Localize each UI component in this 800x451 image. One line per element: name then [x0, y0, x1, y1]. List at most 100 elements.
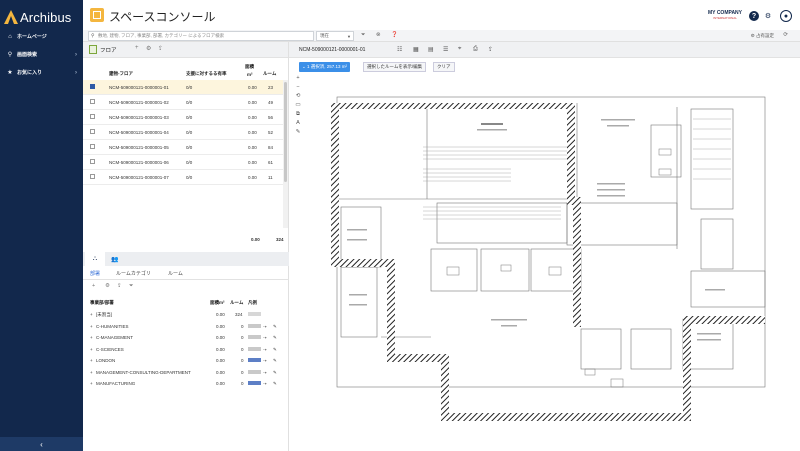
zoom-in-icon[interactable]: +	[294, 75, 302, 84]
table-row[interactable]: + MANAGEMENT-CONSULTING-DEPARTMENT 0.00 …	[83, 367, 289, 379]
period-select[interactable]: 現在 ▼	[316, 31, 354, 41]
sidebar-item-favorites[interactable]: ★ お気に入り ›	[0, 66, 83, 79]
table-row[interactable]: NCM-509000121-0000001-06 0/0 0.00 61	[83, 155, 283, 170]
print-icon[interactable]: ⎙	[473, 46, 478, 53]
select-window-icon[interactable]: ▭	[294, 102, 302, 111]
table-row[interactable]: + C-HUMANITIES 0.00 0 ⇢ ✎	[83, 321, 289, 333]
assign-icon[interactable]: ⇢	[263, 347, 267, 353]
subtab-room-category[interactable]: ルームカテゴリ	[116, 270, 151, 277]
user-avatar-icon[interactable]: ●	[780, 10, 792, 22]
edit-icon[interactable]: ✎	[273, 358, 277, 364]
col-area[interactable]: 面積m²	[210, 300, 225, 306]
copy-icon[interactable]: ⧉	[294, 111, 302, 120]
edit-icon[interactable]: ✎	[273, 381, 277, 387]
layers-icon[interactable]: ☷	[397, 46, 402, 53]
export-icon[interactable]: ⇪	[117, 283, 122, 289]
sidebar-item-home[interactable]: ⌂ ホームページ	[0, 30, 83, 43]
help-icon[interactable]: ?	[749, 11, 759, 21]
col-area[interactable]: 面積	[245, 64, 254, 70]
settings-icon[interactable]: ⚙	[105, 283, 110, 289]
selection-badge[interactable]: ⌄ 1 選択済, 257.13 m²	[299, 62, 351, 72]
expand-icon[interactable]: +	[90, 312, 93, 317]
clear-filter-icon[interactable]: ⊗	[376, 32, 381, 38]
add-icon[interactable]: +	[135, 45, 139, 51]
table-row[interactable]: NCM-509000121-0000001-07 0/0 0.00 11	[83, 170, 283, 185]
table-row[interactable]: NCM-509000121-0000001-03 0/0 0.00 56	[83, 110, 283, 125]
subtab-room[interactable]: ルーム	[168, 270, 183, 277]
table-row[interactable]: NCM-509000121-0000001-04 0/0 0.00 52	[83, 125, 283, 140]
table-row[interactable]: NCM-509000121-0000001-05 0/0 0.00 84	[83, 140, 283, 155]
edit-icon[interactable]: ✎	[273, 347, 277, 353]
show-selected-rooms-button[interactable]: 選択したルームを表示/編集	[363, 62, 427, 72]
settings-icon[interactable]: ⚙	[146, 45, 151, 52]
export-icon[interactable]: ⇪	[158, 45, 163, 52]
zoom-out-icon[interactable]: −	[294, 84, 302, 93]
table-row[interactable]: + [未割当] 0.00 324	[83, 309, 289, 321]
col-division[interactable]: 事業部/部署	[90, 300, 114, 306]
assign-icon[interactable]: ⇢	[263, 381, 267, 387]
brand-logo[interactable]: Archibus	[4, 7, 71, 27]
expand-icon[interactable]: +	[90, 347, 93, 352]
home-icon: ⌂	[8, 33, 12, 40]
row-checkbox[interactable]	[90, 129, 95, 134]
col-building-floor[interactable]: 建物-フロア	[109, 71, 133, 77]
annotate-icon[interactable]: ✎	[294, 129, 302, 138]
help-circle-icon[interactable]: ❓	[391, 32, 398, 38]
assign-icon[interactable]: ⇢	[263, 335, 267, 341]
table-row[interactable]: + LONDON 0.00 0 ⇢ ✎	[83, 355, 289, 367]
row-checkbox[interactable]	[90, 174, 95, 179]
row-checkbox[interactable]	[90, 114, 95, 119]
floor-plan-drawing[interactable]	[331, 89, 776, 429]
edit-icon[interactable]: ✎	[273, 335, 277, 341]
fit-icon[interactable]: ⟲	[294, 93, 302, 102]
filter-icon[interactable]: ⏷	[361, 32, 365, 39]
expand-icon[interactable]: +	[90, 324, 93, 329]
occupancy-settings-link[interactable]: ⚙ 占有設定	[751, 33, 774, 39]
subtab-department[interactable]: 部署	[90, 270, 100, 277]
table-row[interactable]: NCM-509000121-0000001-01 0/0 0.00 23	[83, 80, 283, 95]
sidebar-item-search[interactable]: ⚲ 画面検索 ›	[0, 48, 83, 61]
table-row[interactable]: + C-SCIENCES 0.00 0 ⇢ ✎	[83, 344, 289, 356]
row-checkbox[interactable]	[90, 84, 95, 89]
pin-icon[interactable]: ⌖	[458, 46, 461, 53]
org-chart-icon: ⛬	[92, 255, 98, 262]
assign-icon[interactable]: ⇢	[263, 358, 267, 364]
edit-icon[interactable]: ✎	[273, 324, 277, 330]
tab-people[interactable]: 👥	[105, 252, 125, 266]
table-row[interactable]: NCM-509000121-0000001-02 0/0 0.00 49	[83, 95, 283, 110]
row-checkbox[interactable]	[90, 144, 95, 149]
floor-search-input[interactable]: ⚲ 敷地, 建物, フロア, 事業部, 部署, カテゴリー によるフロア検索	[88, 31, 314, 41]
sidebar-collapse-button[interactable]: ‹	[0, 437, 83, 451]
expand-icon[interactable]: +	[90, 381, 93, 386]
selection-bar: ⌄ 1 選択済, 257.13 m² 選択したルームを表示/編集 クリア	[299, 62, 499, 72]
refresh-icon[interactable]: ⟳	[783, 32, 788, 38]
tiles-icon[interactable]: ▤	[428, 46, 434, 53]
division-name: MANAGEMENT-CONSULTING-DEPARTMENT	[96, 369, 191, 375]
list-icon[interactable]: ☰	[443, 46, 448, 53]
add-icon[interactable]: +	[92, 283, 95, 289]
tab-divisions[interactable]: ⛬	[85, 252, 105, 266]
col-rooms[interactable]: ルーム	[263, 71, 276, 77]
table-row[interactable]: + C-MANAGEMENT 0.00 0 ⇢ ✎	[83, 332, 289, 344]
col-rooms[interactable]: ルーム	[230, 300, 243, 306]
filter-icon[interactable]: ⏷	[129, 283, 133, 290]
clear-selection-button[interactable]: クリア	[433, 62, 455, 72]
grid-icon[interactable]: ▦	[413, 46, 419, 53]
edit-icon[interactable]: ✎	[273, 370, 277, 376]
floors-scrollbar[interactable]	[283, 80, 288, 228]
expand-icon[interactable]: +	[90, 335, 93, 340]
row-checkbox[interactable]	[90, 159, 95, 164]
expand-icon[interactable]: +	[90, 370, 93, 375]
col-legend[interactable]: 凡例	[248, 300, 257, 306]
export-icon[interactable]: ⇪	[488, 46, 493, 53]
assign-icon[interactable]: ⇢	[263, 370, 267, 376]
chevron-down-icon: ▼	[347, 33, 351, 39]
expand-icon[interactable]: +	[90, 358, 93, 363]
assign-icon[interactable]: ⇢	[263, 324, 267, 330]
row-checkbox[interactable]	[90, 99, 95, 104]
filter-bar: ⚲ 敷地, 建物, フロア, 事業部, 部署, カテゴリー によるフロア検索 現…	[83, 30, 800, 42]
table-row[interactable]: + MANUFACTURING 0.00 0 ⇢ ✎	[83, 378, 289, 390]
col-occupancy[interactable]: 支援に対するる有率	[186, 71, 227, 77]
gear-icon[interactable]: ⚙	[763, 11, 773, 21]
text-icon[interactable]: A	[294, 120, 302, 129]
